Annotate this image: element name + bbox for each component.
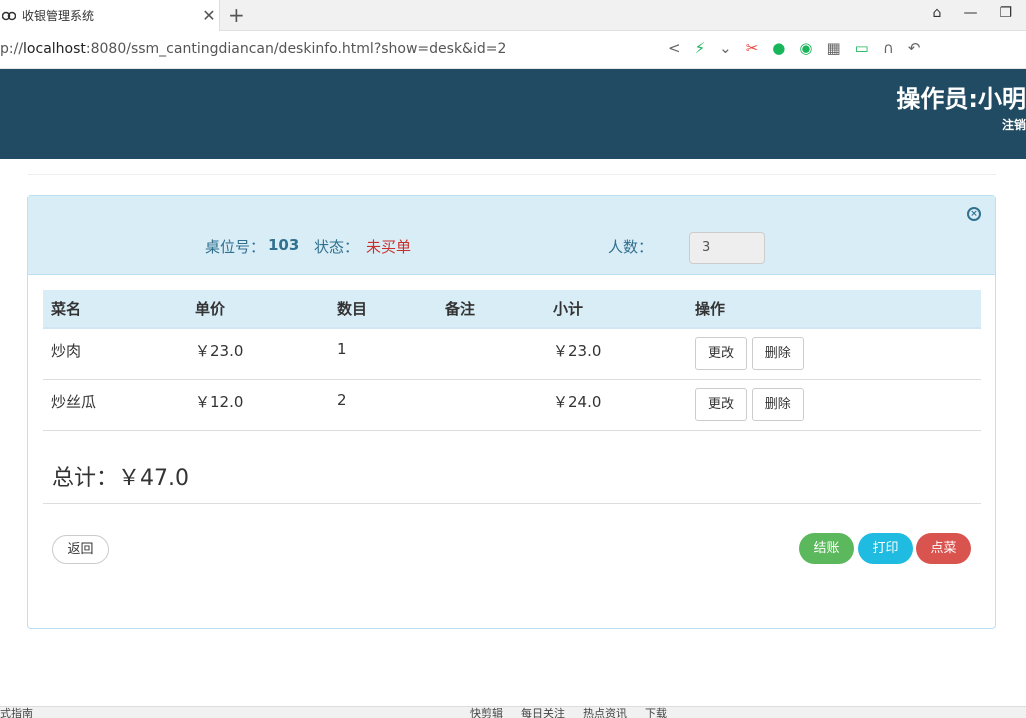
table-row: 炒肉 ￥23.0 1 ￥23.0 更改 删除 bbox=[43, 328, 981, 380]
url-field[interactable]: p://localhost:8080/ssm_cantingdiancan/de… bbox=[0, 41, 506, 57]
edit-button[interactable]: 更改 bbox=[695, 387, 748, 421]
shield-yen-icon[interactable]: ● bbox=[772, 39, 785, 57]
delete-button[interactable]: 删除 bbox=[751, 387, 804, 421]
statusbar-item[interactable]: 每日关注 bbox=[521, 707, 565, 718]
share-icon[interactable]: < bbox=[668, 39, 681, 57]
dish-subtotal: ￥23.0 bbox=[545, 328, 687, 380]
url-host: localhost bbox=[23, 41, 86, 57]
edit-button[interactable]: 更改 bbox=[695, 337, 748, 370]
column-header: 菜名 bbox=[43, 290, 187, 329]
logout-link[interactable]: 注销 bbox=[1002, 116, 1026, 133]
tab-close-icon[interactable]: ✕ bbox=[199, 6, 219, 25]
statusbar-item[interactable]: 热点资讯 bbox=[583, 707, 627, 718]
column-header: 操作 bbox=[687, 290, 981, 329]
dish-price: ￥12.0 bbox=[187, 379, 329, 431]
browser-tab[interactable]: 收银管理系统 ✕ bbox=[0, 0, 220, 31]
dish-qty: 1 bbox=[329, 328, 437, 380]
dish-name: 炒肉 bbox=[43, 328, 187, 380]
people-label: 人数： bbox=[608, 238, 654, 256]
headphones-icon[interactable]: ∩ bbox=[883, 39, 894, 57]
scissors-icon[interactable]: ✂ bbox=[746, 39, 759, 57]
tab-title: 收银管理系统 bbox=[22, 9, 95, 23]
status-value: 未买单 bbox=[366, 238, 412, 256]
dish-qty: 2 bbox=[329, 379, 437, 431]
undo-icon[interactable]: ↶ bbox=[908, 39, 921, 57]
column-header: 单价 bbox=[187, 290, 329, 329]
operator-name: 操作员:小明 bbox=[896, 85, 1026, 113]
browser-statusbar: 式指南 快剪辑 每日关注 热点资讯 下载 bbox=[0, 706, 1026, 718]
order-dish-button[interactable]: 点菜 bbox=[916, 533, 971, 564]
settle-button[interactable]: 结账 bbox=[799, 533, 854, 564]
window-controls: ⌂ — ❐ bbox=[933, 5, 1012, 21]
statusbar-item[interactable]: 下载 bbox=[645, 707, 667, 718]
apps-grid-icon[interactable]: ▦ bbox=[826, 39, 840, 57]
column-header: 小计 bbox=[545, 290, 687, 329]
dish-subtotal: ￥24.0 bbox=[545, 379, 687, 431]
dish-note bbox=[437, 328, 545, 380]
restore-icon[interactable]: ❐ bbox=[999, 5, 1012, 21]
column-header: 备注 bbox=[437, 290, 545, 329]
app-header: 操作员:小明 注销 bbox=[0, 69, 1026, 159]
desk-number-label: 桌位号： bbox=[205, 238, 266, 256]
divider bbox=[28, 174, 996, 175]
row-actions: 更改 删除 bbox=[687, 328, 981, 380]
chevron-down-icon[interactable]: ⌄ bbox=[719, 39, 732, 57]
browser-tabbar: 收银管理系统 ✕ + ⌂ — ❐ bbox=[0, 0, 1026, 31]
order-table: 菜名 单价 数目 备注 小计 操作 炒肉 ￥23.0 1 ￥23.0 更改 删除 bbox=[43, 290, 981, 431]
dish-price: ￥23.0 bbox=[187, 328, 329, 380]
statusbar-items: 快剪辑 每日关注 热点资讯 下载 bbox=[470, 707, 667, 718]
statusbar-item[interactable]: 快剪辑 bbox=[470, 707, 503, 718]
url-prefix: p:// bbox=[0, 41, 24, 57]
browser-toolbar: < ⚡ ⌄ ✂ ● ◉ ▦ ▭ ∩ ↶ bbox=[668, 39, 920, 57]
status-label: 状态： bbox=[314, 238, 360, 256]
desk-panel: × 桌位号： 103 状态： 未买单 人数： 3 菜名 单价 数目 备注 小计 … bbox=[27, 195, 996, 629]
table-row: 炒丝瓜 ￥12.0 2 ￥24.0 更改 删除 bbox=[43, 379, 981, 431]
divider bbox=[43, 503, 981, 504]
statusbar-left-text: 式指南 bbox=[0, 707, 33, 718]
address-bar: p://localhost:8080/ssm_cantingdiancan/de… bbox=[0, 31, 1026, 69]
order-total: 总计：￥47.0 bbox=[52, 466, 189, 491]
url-path: :8080/ssm_cantingdiancan/deskinfo.html?s… bbox=[85, 41, 507, 57]
close-icon[interactable]: × bbox=[967, 207, 981, 221]
dish-note bbox=[437, 379, 545, 431]
shirt-icon[interactable]: ⌂ bbox=[933, 5, 942, 21]
lightning-icon[interactable]: ⚡ bbox=[695, 39, 706, 57]
back-button[interactable]: 返回 bbox=[52, 535, 109, 564]
dish-name: 炒丝瓜 bbox=[43, 379, 187, 431]
table-header-row: 菜名 单价 数目 备注 小计 操作 bbox=[43, 290, 981, 329]
extension-icon[interactable]: ◉ bbox=[799, 39, 812, 57]
minimize-icon[interactable]: — bbox=[963, 5, 977, 21]
desk-number: 103 bbox=[268, 236, 300, 254]
battery-icon[interactable]: ▭ bbox=[855, 39, 869, 57]
new-tab-icon[interactable]: + bbox=[228, 3, 245, 27]
desk-panel-header: × 桌位号： 103 状态： 未买单 人数： 3 bbox=[28, 196, 995, 275]
row-actions: 更改 删除 bbox=[687, 379, 981, 431]
favicon-icon bbox=[2, 11, 16, 20]
people-count-input[interactable]: 3 bbox=[689, 232, 765, 264]
column-header: 数目 bbox=[329, 290, 437, 329]
delete-button[interactable]: 删除 bbox=[751, 337, 804, 370]
print-button[interactable]: 打印 bbox=[858, 533, 913, 564]
